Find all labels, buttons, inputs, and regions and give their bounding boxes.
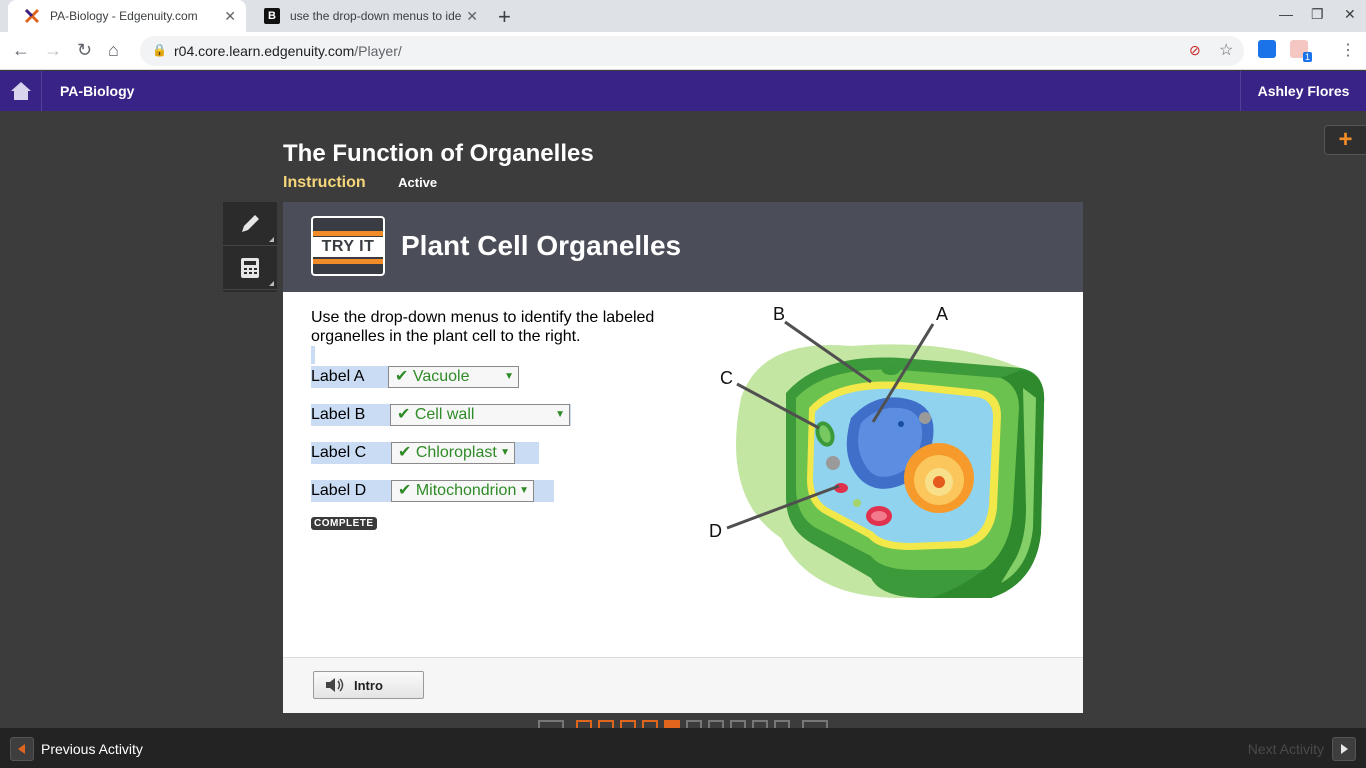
back-icon[interactable]: ← xyxy=(12,40,30,61)
pager-prev-icon[interactable] xyxy=(538,720,564,728)
app-header: PA-Biology Ashley Flores xyxy=(0,71,1366,111)
pager-page[interactable] xyxy=(708,720,724,728)
pager-page[interactable] xyxy=(642,720,658,728)
restore-icon[interactable]: ❐ xyxy=(1311,6,1324,23)
house-icon xyxy=(10,82,31,100)
blocked-content-icon[interactable]: ⊘ xyxy=(1189,42,1201,59)
lesson-title: The Function of Organelles xyxy=(283,140,594,167)
brainly-favicon-icon: B xyxy=(264,8,280,24)
tab-title: PA-Biology - Edgenuity.com xyxy=(50,9,198,23)
dropdown-arrow-icon: ▼ xyxy=(555,409,565,420)
complete-badge: COMPLETE xyxy=(311,517,377,530)
pencil-icon xyxy=(242,214,259,232)
intro-button-label: Intro xyxy=(354,677,383,693)
instructions-text: Use the drop-down menus to identify the … xyxy=(311,309,655,345)
question-label: Label A xyxy=(311,368,365,385)
url-path: /Player/ xyxy=(354,43,402,59)
calculator-icon xyxy=(241,257,259,278)
dropdown-label-d[interactable]: ✔ Mitochondrion ▼ xyxy=(391,480,534,502)
pager-page[interactable] xyxy=(686,720,702,728)
activity-type: Instruction xyxy=(283,174,366,191)
bottom-nav-bar: Previous Activity Next Activity xyxy=(0,728,1366,768)
pager-page[interactable] xyxy=(576,720,592,728)
activity-footer: Intro xyxy=(283,657,1083,713)
bookmark-star-icon[interactable]: ☆ xyxy=(1219,40,1233,60)
pager-page[interactable] xyxy=(620,720,636,728)
home-icon[interactable]: ⌂ xyxy=(108,40,119,61)
plant-cell-diagram: B A C D xyxy=(709,304,1045,598)
activity-header: TRY IT Plant Cell Organelles xyxy=(283,202,1083,292)
activity-status: Active xyxy=(398,175,438,190)
pager-page[interactable] xyxy=(774,720,790,728)
lock-icon: 🔒 xyxy=(152,43,167,57)
dropdown-value: ✔ Mitochondrion xyxy=(398,482,517,499)
dropdown-label-a[interactable]: ✔ Vacuole ▼ xyxy=(388,366,519,388)
browser-toolbar: ← → ↻ ⌂ 🔒 r04.core.learn.edgenuity.com/P… xyxy=(0,32,1366,70)
right-arrow-icon xyxy=(1332,737,1356,761)
app-home-button[interactable] xyxy=(0,71,42,111)
tool-panel xyxy=(223,202,277,292)
intro-button[interactable]: Intro xyxy=(313,671,424,699)
diagram-label-a: A xyxy=(936,304,948,324)
question-label: Label C xyxy=(311,444,367,461)
extension-globe-icon[interactable] xyxy=(1258,40,1276,58)
next-activity-label: Next Activity xyxy=(1247,741,1324,757)
question-label: Label B xyxy=(311,406,366,423)
dropdown-arrow-icon: ▼ xyxy=(519,485,529,496)
calculator-tool-button[interactable] xyxy=(223,246,277,290)
activity-title: Plant Cell Organelles xyxy=(401,230,682,261)
pager-page[interactable] xyxy=(598,720,614,728)
next-activity-button[interactable]: Next Activity xyxy=(1248,737,1356,761)
browser-tab-bar: PA-Biology - Edgenuity.com ✕ B use the d… xyxy=(0,0,1366,32)
close-tab-icon[interactable]: ✕ xyxy=(224,8,236,25)
pencil-tool-button[interactable] xyxy=(223,202,277,246)
question-row-a: Label A ✔ Vacuole ▼ xyxy=(311,366,531,388)
expand-plus-button[interactable]: + xyxy=(1324,125,1366,155)
speaker-icon xyxy=(326,678,344,692)
reload-icon[interactable]: ↻ xyxy=(77,40,92,61)
forward-icon[interactable]: → xyxy=(44,40,62,61)
dropdown-value: ✔ Cell wall xyxy=(397,406,475,423)
browser-tab-edgenuity[interactable]: PA-Biology - Edgenuity.com ✕ xyxy=(8,0,246,32)
new-tab-icon[interactable]: + xyxy=(498,4,511,30)
dropdown-value: ✔ Vacuole xyxy=(395,368,470,385)
question-label: Label D xyxy=(311,482,367,499)
extension-badge: 1 xyxy=(1302,52,1312,62)
user-menu[interactable]: Ashley Flores xyxy=(1240,71,1366,111)
question-row-c: Label C ✔ Chloroplast ▼ xyxy=(311,442,541,464)
dropdown-arrow-icon: ▼ xyxy=(500,447,510,458)
dropdown-value: ✔ Chloroplast xyxy=(398,444,497,461)
lesson-subheader: Instruction Active xyxy=(283,174,437,192)
question-row-b: Label B ✔ Cell wall ▼ xyxy=(311,404,571,426)
try-it-badge: TRY IT xyxy=(311,216,385,276)
pager-page[interactable] xyxy=(752,720,768,728)
pager-next-icon[interactable] xyxy=(802,720,828,728)
question-row-d: Label D ✔ Mitochondrion ▼ xyxy=(311,480,556,502)
pager-page-current[interactable] xyxy=(664,720,680,728)
dropdown-label-c[interactable]: ✔ Chloroplast ▼ xyxy=(391,442,515,464)
minimize-icon[interactable]: — xyxy=(1279,6,1293,22)
diagram-label-c: C xyxy=(720,368,733,388)
diagram-label-d: D xyxy=(709,521,722,541)
selection-highlight xyxy=(311,346,315,364)
left-arrow-icon xyxy=(10,737,34,761)
dropdown-label-b[interactable]: ✔ Cell wall ▼ xyxy=(390,404,570,426)
course-name[interactable]: PA-Biology xyxy=(60,83,134,99)
address-bar[interactable]: 🔒 r04.core.learn.edgenuity.com/Player/ xyxy=(140,36,1244,66)
tab-title: use the drop-down menus to ide xyxy=(290,9,462,23)
dropdown-arrow-icon: ▼ xyxy=(504,371,514,382)
pager-page[interactable] xyxy=(730,720,746,728)
diagram-label-b: B xyxy=(773,304,785,324)
close-tab-icon[interactable]: ✕ xyxy=(466,8,478,25)
url-domain: r04.core.learn.edgenuity.com xyxy=(174,43,355,59)
window-close-icon[interactable]: ✕ xyxy=(1344,6,1356,23)
try-it-badge-text: TRY IT xyxy=(313,237,383,257)
browser-tab-search[interactable]: B use the drop-down menus to ide ✕ xyxy=(248,0,488,32)
menu-kebab-icon[interactable]: ⋮ xyxy=(1340,40,1356,60)
activity-frame: TRY IT Plant Cell Organelles Use the dro… xyxy=(283,202,1083,713)
previous-activity-button[interactable]: Previous Activity xyxy=(10,737,143,761)
extension-icon[interactable]: 1 xyxy=(1290,40,1312,62)
previous-activity-label: Previous Activity xyxy=(41,741,143,757)
edgenuity-favicon-icon xyxy=(24,8,40,24)
